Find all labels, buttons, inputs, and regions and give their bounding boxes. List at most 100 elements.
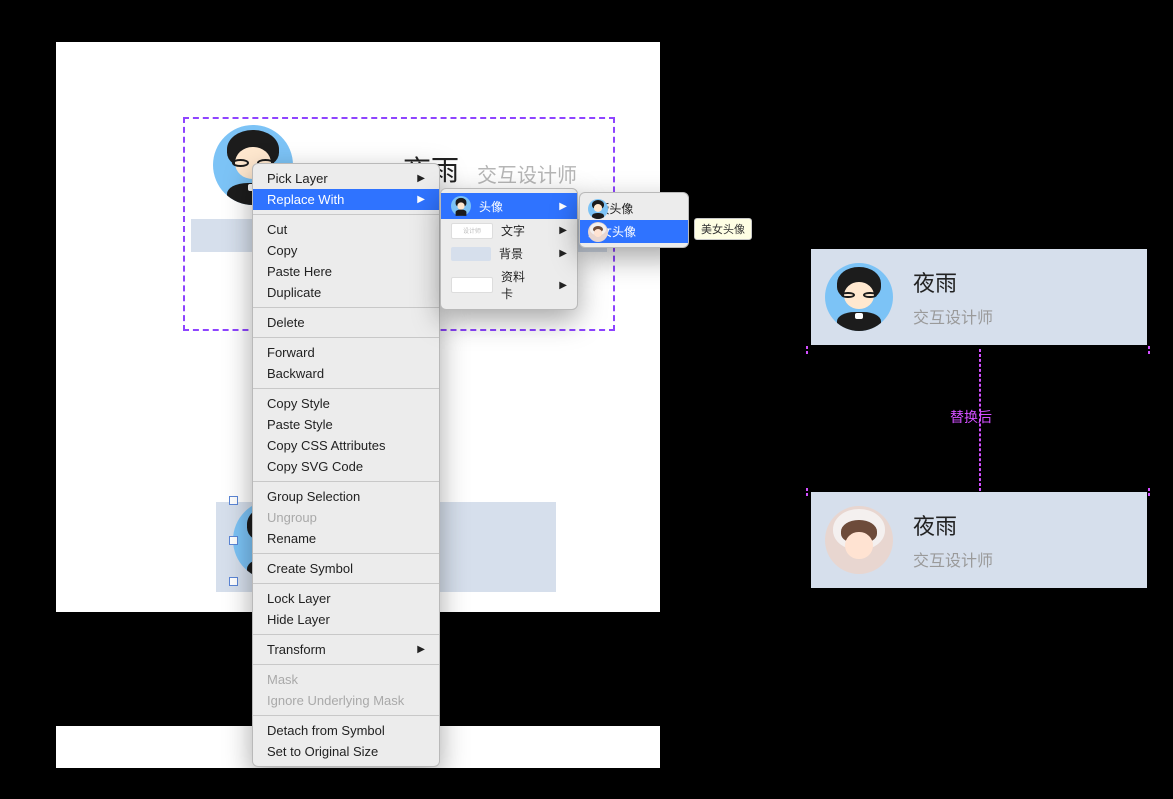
menu-label: Paste Here — [267, 264, 332, 279]
menu-separator — [253, 553, 439, 554]
submenu-label: 文字 — [501, 222, 535, 239]
menu-label: Copy — [267, 243, 297, 258]
replace-label: 替换后 — [950, 407, 992, 427]
profile-role: 交互设计师 — [477, 159, 577, 188]
canvas-bottom-crop — [0, 612, 1173, 726]
bg-thumb-icon — [451, 247, 491, 261]
menu-label: Ignore Underlying Mask — [267, 693, 404, 708]
menu-rename[interactable]: Rename — [253, 528, 439, 549]
tooltip-text: 美女头像 — [701, 224, 745, 236]
menu-label: Copy SVG Code — [267, 459, 363, 474]
menu-separator — [253, 337, 439, 338]
submenu-arrow-icon: ▶ — [417, 644, 425, 655]
menu-label: Forward — [267, 345, 315, 360]
q-avatar-icon — [588, 199, 608, 219]
result-card-before: 夜雨 交互设计师 — [811, 249, 1147, 345]
avatar-girl — [825, 506, 893, 574]
submenu-arrow-icon: ▶ — [559, 280, 567, 291]
profile-name: 夜雨 — [913, 266, 993, 298]
menu-label: Rename — [267, 531, 316, 546]
avatar-thumb-icon — [451, 196, 471, 216]
menu-copy-style[interactable]: Copy Style — [253, 393, 439, 414]
submenu-item-q-avatar[interactable]: Q版头像 — [580, 197, 688, 220]
menu-cut[interactable]: Cut — [253, 219, 439, 240]
submenu-item-card[interactable]: 资料卡 ▶ — [441, 265, 577, 305]
menu-copy-svg[interactable]: Copy SVG Code — [253, 456, 439, 477]
context-menu[interactable]: Pick Layer ▶ Replace With ▶ Cut Copy Pas… — [252, 163, 440, 767]
menu-hide-layer[interactable]: Hide Layer — [253, 609, 439, 630]
menu-separator — [253, 715, 439, 716]
submenu-arrow-icon: ▶ — [417, 194, 425, 205]
menu-label: Backward — [267, 366, 324, 381]
menu-forward[interactable]: Forward — [253, 342, 439, 363]
resize-handle[interactable] — [229, 577, 238, 586]
replace-with-submenu[interactable]: 头像 ▶ 设计师 文字 ▶ 背景 ▶ 资料卡 ▶ — [440, 188, 578, 310]
menu-label: Cut — [267, 222, 287, 237]
tooltip: 美女头像 — [694, 218, 752, 240]
submenu-item-text[interactable]: 设计师 文字 ▶ — [441, 219, 577, 242]
menu-label: Detach from Symbol — [267, 723, 385, 738]
result-card-after: 夜雨 交互设计师 — [811, 492, 1147, 588]
menu-paste-here[interactable]: Paste Here — [253, 261, 439, 282]
submenu-arrow-icon: ▶ — [559, 225, 567, 236]
card-thumb-icon — [451, 277, 493, 293]
submenu-item-avatar[interactable]: 头像 ▶ — [441, 193, 577, 219]
menu-transform[interactable]: Transform ▶ — [253, 639, 439, 660]
menu-label: Ungroup — [267, 510, 317, 525]
menu-create-symbol[interactable]: Create Symbol — [253, 558, 439, 579]
submenu-arrow-icon: ▶ — [559, 201, 567, 212]
menu-separator — [253, 634, 439, 635]
submenu-arrow-icon: ▶ — [559, 248, 567, 259]
menu-detach-symbol[interactable]: Detach from Symbol — [253, 720, 439, 741]
avatar-submenu[interactable]: Q版头像 美女头像 — [579, 192, 689, 248]
menu-delete[interactable]: Delete — [253, 312, 439, 333]
guide-tick — [806, 346, 808, 354]
girl-person-icon — [825, 506, 893, 574]
avatar-cartoon — [825, 263, 893, 331]
menu-label: Group Selection — [267, 489, 360, 504]
menu-label: Copy CSS Attributes — [267, 438, 386, 453]
menu-separator — [253, 388, 439, 389]
menu-separator — [253, 664, 439, 665]
menu-separator — [253, 583, 439, 584]
cartoon-person-icon — [825, 263, 893, 331]
menu-set-original-size[interactable]: Set to Original Size — [253, 741, 439, 762]
menu-copy-css[interactable]: Copy CSS Attributes — [253, 435, 439, 456]
menu-label: Paste Style — [267, 417, 333, 432]
menu-pick-layer[interactable]: Pick Layer ▶ — [253, 168, 439, 189]
profile-role: 交互设计师 — [913, 304, 993, 328]
menu-separator — [253, 214, 439, 215]
guide-tick — [806, 488, 808, 496]
submenu-item-bg[interactable]: 背景 ▶ — [441, 242, 577, 265]
menu-separator — [253, 307, 439, 308]
resize-handle[interactable] — [229, 536, 238, 545]
submenu-label: 头像 — [479, 198, 535, 215]
girl-avatar-icon — [588, 222, 608, 242]
menu-group-selection[interactable]: Group Selection — [253, 486, 439, 507]
menu-lock-layer[interactable]: Lock Layer — [253, 588, 439, 609]
menu-label: Pick Layer — [267, 171, 328, 186]
submenu-label: 背景 — [499, 245, 535, 262]
menu-ignore-mask: Ignore Underlying Mask — [253, 690, 439, 711]
menu-label: Mask — [267, 672, 298, 687]
guide-tick — [1148, 346, 1150, 354]
menu-replace-with[interactable]: Replace With ▶ — [253, 189, 439, 210]
menu-paste-style[interactable]: Paste Style — [253, 414, 439, 435]
profile-role: 交互设计师 — [913, 547, 993, 571]
menu-label: Create Symbol — [267, 561, 353, 576]
profile-name: 夜雨 — [913, 509, 993, 541]
resize-handle[interactable] — [229, 496, 238, 505]
menu-ungroup: Ungroup — [253, 507, 439, 528]
menu-label: Lock Layer — [267, 591, 331, 606]
menu-backward[interactable]: Backward — [253, 363, 439, 384]
text-thumb-icon: 设计师 — [451, 223, 493, 239]
submenu-item-girl-avatar[interactable]: 美女头像 — [580, 220, 688, 243]
menu-separator — [253, 481, 439, 482]
menu-label: Delete — [267, 315, 305, 330]
menu-copy[interactable]: Copy — [253, 240, 439, 261]
menu-label: Duplicate — [267, 285, 321, 300]
menu-label: Replace With — [267, 192, 344, 207]
submenu-label: 资料卡 — [501, 268, 535, 302]
menu-mask: Mask — [253, 669, 439, 690]
menu-duplicate[interactable]: Duplicate — [253, 282, 439, 303]
